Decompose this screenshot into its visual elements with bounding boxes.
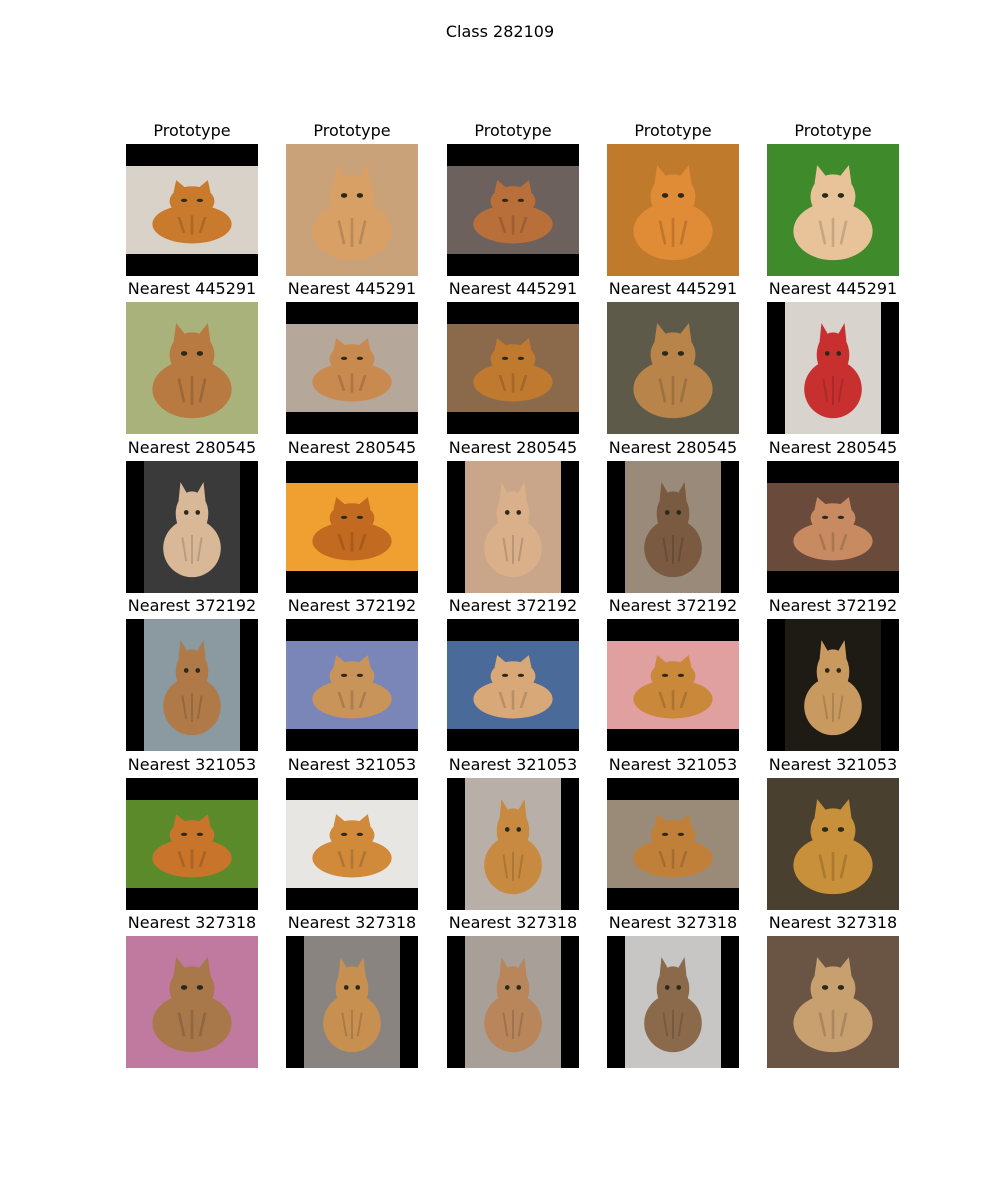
grid-cell: Nearest 372192: [767, 596, 899, 751]
cat-photo: [607, 302, 739, 434]
cat-thumbnail: [447, 302, 579, 434]
grid-cell: Nearest 372192: [607, 596, 739, 751]
nearest-label: Nearest 372192: [768, 596, 898, 615]
cat-thumbnail: [286, 619, 418, 751]
grid-cell: Nearest 372192: [286, 596, 418, 751]
grid-cell: Nearest 327318: [126, 913, 258, 1068]
cat-thumbnail: [126, 144, 258, 276]
cat-photo: [447, 324, 579, 412]
cat-photo: [767, 936, 899, 1068]
grid-cell: Prototype: [607, 121, 739, 276]
prototype-grid: Prototype Prototype Prototype Prototype Prot…: [0, 0, 1000, 1200]
cat-photo: [785, 619, 881, 751]
grid-cell: Nearest 327318: [767, 913, 899, 1068]
nearest-label: Nearest 327318: [768, 913, 898, 932]
grid-cell: Nearest 280545: [286, 438, 418, 593]
cat-thumbnail: [447, 619, 579, 751]
cat-thumbnail: [126, 461, 258, 593]
grid-cell: Nearest 445291: [286, 279, 418, 434]
grid-cell: Nearest 321053: [447, 755, 579, 910]
cat-photo: [767, 778, 899, 910]
cat-photo: [286, 324, 418, 412]
cat-photo: [286, 144, 418, 276]
grid-cell: Nearest 445291: [767, 279, 899, 434]
cat-photo: [126, 166, 258, 254]
cat-photo: [607, 144, 739, 276]
cat-photo: [144, 461, 240, 593]
grid-cell: Nearest 280545: [447, 438, 579, 593]
grid-cell: Nearest 280545: [607, 438, 739, 593]
cat-thumbnail: [607, 302, 739, 434]
cat-photo: [465, 461, 561, 593]
cat-thumbnail: [767, 144, 899, 276]
grid-cell: Prototype: [286, 121, 418, 276]
cat-photo: [286, 483, 418, 571]
grid-cell: Prototype: [447, 121, 579, 276]
cat-thumbnail: [767, 461, 899, 593]
nearest-label: Nearest 280545: [768, 438, 898, 457]
cat-photo: [447, 641, 579, 729]
grid-cell: Nearest 280545: [767, 438, 899, 593]
cat-thumbnail: [607, 461, 739, 593]
cat-photo: [304, 936, 400, 1068]
cat-thumbnail: [126, 936, 258, 1068]
prototype-label: Prototype: [794, 121, 872, 140]
grid-cell: Nearest 445291: [126, 279, 258, 434]
cat-photo: [607, 641, 739, 729]
cat-photo: [767, 144, 899, 276]
cat-photo: [286, 800, 418, 888]
cat-photo: [625, 461, 721, 593]
grid-cell: Prototype: [767, 121, 899, 276]
cat-photo: [126, 302, 258, 434]
cat-photo: [286, 641, 418, 729]
grid-cell: Nearest 321053: [126, 755, 258, 910]
grid-cell: Nearest 445291: [447, 279, 579, 434]
grid-cell: Nearest 327318: [447, 913, 579, 1068]
cat-thumbnail: [286, 302, 418, 434]
cat-thumbnail: [607, 619, 739, 751]
cat-photo: [465, 778, 561, 910]
cat-thumbnail: [447, 936, 579, 1068]
cat-thumbnail: [607, 778, 739, 910]
cat-photo: [465, 936, 561, 1068]
grid-cell: Prototype: [126, 121, 258, 276]
grid-cell: Nearest 327318: [286, 913, 418, 1068]
cat-thumbnail: [767, 619, 899, 751]
cat-photo: [785, 302, 881, 434]
grid-cell: Nearest 445291: [607, 279, 739, 434]
grid-cell: Nearest 321053: [607, 755, 739, 910]
cat-thumbnail: [447, 144, 579, 276]
grid-cell: Nearest 372192: [447, 596, 579, 751]
cat-thumbnail: [126, 778, 258, 910]
cat-photo: [144, 619, 240, 751]
cat-photo: [767, 483, 899, 571]
nearest-label: Nearest 321053: [768, 755, 898, 774]
cat-photo: [625, 936, 721, 1068]
cat-thumbnail: [767, 936, 899, 1068]
cat-photo: [126, 936, 258, 1068]
grid-cell: Nearest 321053: [767, 755, 899, 910]
cat-thumbnail: [126, 302, 258, 434]
nearest-label: Nearest 445291: [768, 279, 898, 298]
cat-thumbnail: [286, 778, 418, 910]
cat-photo: [447, 166, 579, 254]
cat-thumbnail: [767, 778, 899, 910]
cat-photo: [126, 800, 258, 888]
cat-thumbnail: [126, 619, 258, 751]
cat-thumbnail: [607, 936, 739, 1068]
grid-cell: Nearest 321053: [286, 755, 418, 910]
cat-thumbnail: [447, 461, 579, 593]
grid-cell: Nearest 280545: [126, 438, 258, 593]
grid-cell: Nearest 372192: [126, 596, 258, 751]
cat-thumbnail: [286, 461, 418, 593]
grid-cell: Nearest 327318: [607, 913, 739, 1068]
cat-thumbnail: [447, 778, 579, 910]
cat-thumbnail: [767, 302, 899, 434]
cat-photo: [607, 800, 739, 888]
cat-thumbnail: [286, 144, 418, 276]
cat-thumbnail: [607, 144, 739, 276]
cat-thumbnail: [286, 936, 418, 1068]
